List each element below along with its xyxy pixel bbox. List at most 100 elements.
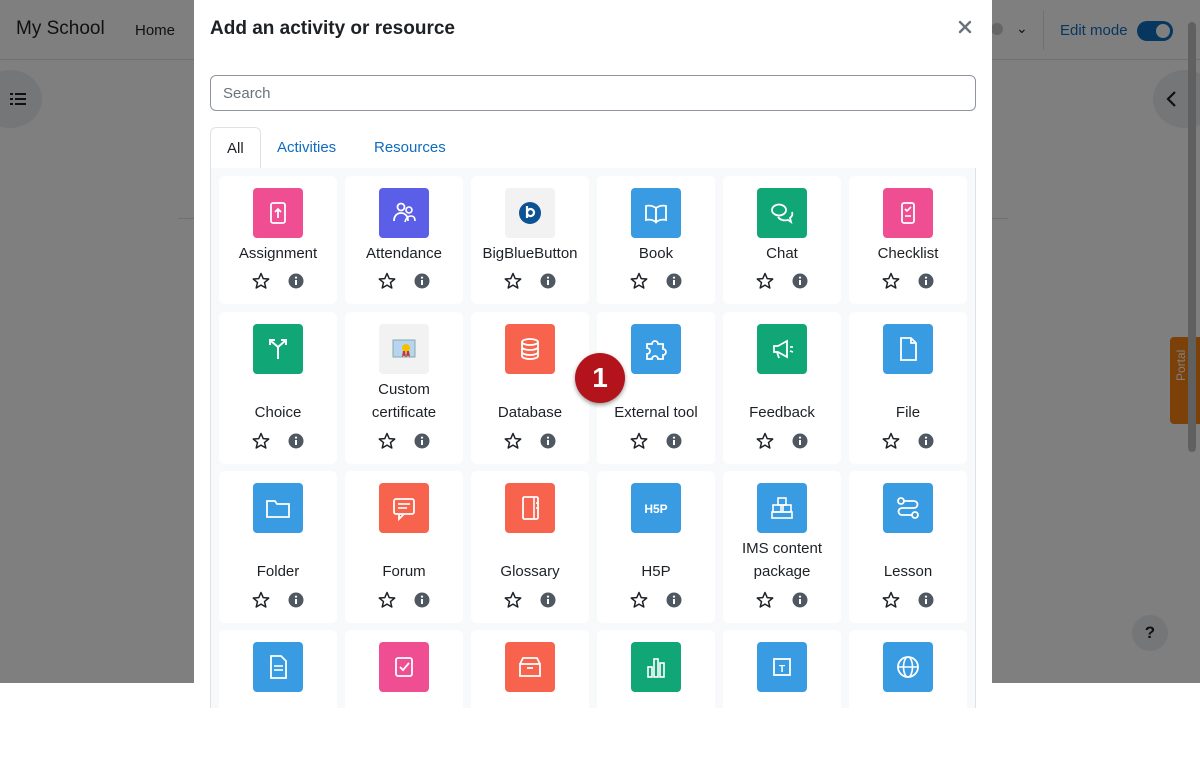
star-icon[interactable]: [504, 591, 522, 609]
star-icon[interactable]: [504, 272, 522, 290]
search-input[interactable]: [210, 75, 976, 111]
tab-all[interactable]: All: [210, 127, 261, 169]
module-tile-checklist[interactable]: Checklist: [849, 176, 967, 304]
star-icon[interactable]: [504, 432, 522, 450]
quiz-icon: [379, 642, 429, 692]
module-tile-chat[interactable]: Chat: [723, 176, 841, 304]
star-icon[interactable]: [882, 272, 900, 290]
module-tile-file[interactable]: File: [849, 312, 967, 464]
info-icon[interactable]: [918, 592, 934, 608]
megaphone-icon: [757, 324, 807, 374]
module-tile-attendance[interactable]: Attendance: [345, 176, 463, 304]
module-tile-bigbluebutton[interactable]: BigBlueButton: [471, 176, 589, 304]
module-tile-item-21[interactable]: [471, 630, 589, 782]
chooser-tabs: All Activities Resources: [210, 127, 976, 169]
info-icon[interactable]: [540, 592, 556, 608]
close-icon[interactable]: [954, 16, 976, 38]
svg-text:H5P: H5P: [644, 502, 667, 516]
star-icon[interactable]: [630, 272, 648, 290]
module-tile-assignment[interactable]: Assignment: [219, 176, 337, 304]
ims-package-icon: [757, 483, 807, 533]
info-icon[interactable]: [792, 433, 808, 449]
star-icon[interactable]: [252, 591, 270, 609]
certificate-icon: [379, 324, 429, 374]
bigbluebutton-icon: [505, 188, 555, 238]
module-tile-forum[interactable]: Forum: [345, 471, 463, 623]
module-tile-item-20[interactable]: [345, 630, 463, 782]
star-icon[interactable]: [252, 272, 270, 290]
assignment-icon: [253, 188, 303, 238]
info-icon[interactable]: [288, 273, 304, 289]
module-label: Database: [497, 404, 563, 421]
star-icon[interactable]: [378, 272, 396, 290]
book-icon: [631, 188, 681, 238]
info-icon[interactable]: [918, 273, 934, 289]
module-label: Book: [638, 245, 674, 262]
module-label: Feedback: [749, 404, 815, 421]
bar-chart-icon: [631, 642, 681, 692]
module-tile-lesson[interactable]: Lesson: [849, 471, 967, 623]
tab-activities[interactable]: Activities: [261, 127, 352, 168]
module-label: Attendance: [366, 245, 442, 262]
module-tile-item-19[interactable]: [219, 630, 337, 782]
puzzle-icon: [631, 324, 681, 374]
h5p-icon: H5P: [631, 483, 681, 533]
info-icon[interactable]: [792, 273, 808, 289]
checklist-icon: [883, 188, 933, 238]
module-grid: Assignment Attendance BigBlueButton Book Cha…: [210, 168, 976, 782]
info-icon[interactable]: [414, 433, 430, 449]
globe-icon: [883, 642, 933, 692]
star-icon[interactable]: [630, 432, 648, 450]
module-tile-choice[interactable]: Choice: [219, 312, 337, 464]
file-icon: [883, 324, 933, 374]
info-icon[interactable]: [540, 273, 556, 289]
module-tile-custom-certificate[interactable]: Custom certificate: [345, 312, 463, 464]
star-icon[interactable]: [756, 591, 774, 609]
module-tile-h5p[interactable]: H5P H5P: [597, 471, 715, 623]
star-icon[interactable]: [378, 591, 396, 609]
star-icon[interactable]: [630, 591, 648, 609]
module-label: H5P: [641, 563, 671, 580]
module-tile-item-24[interactable]: [849, 630, 967, 782]
info-icon[interactable]: [792, 592, 808, 608]
module-tile-glossary[interactable]: Glossary: [471, 471, 589, 623]
star-icon[interactable]: [882, 432, 900, 450]
module-tile-book[interactable]: Book: [597, 176, 715, 304]
glossary-icon: [505, 483, 555, 533]
module-label: Glossary: [500, 563, 560, 580]
info-icon[interactable]: [918, 433, 934, 449]
box-icon: [505, 642, 555, 692]
info-icon[interactable]: [666, 273, 682, 289]
database-icon: [505, 324, 555, 374]
module-label: External tool: [614, 404, 698, 421]
star-icon[interactable]: [756, 432, 774, 450]
info-icon[interactable]: [666, 592, 682, 608]
info-icon[interactable]: [288, 433, 304, 449]
page-icon: [253, 642, 303, 692]
info-icon[interactable]: [414, 273, 430, 289]
info-icon[interactable]: [540, 433, 556, 449]
module-tile-feedback[interactable]: Feedback: [723, 312, 841, 464]
module-tile-item-23[interactable]: T: [723, 630, 841, 782]
module-label: File: [895, 404, 921, 421]
module-label: Forum: [382, 563, 426, 580]
star-icon[interactable]: [378, 432, 396, 450]
module-tile-ims-content-package[interactable]: IMS content package: [723, 471, 841, 623]
star-icon[interactable]: [252, 432, 270, 450]
module-label: Folder: [256, 563, 300, 580]
module-tile-folder[interactable]: Folder: [219, 471, 337, 623]
text-area-icon: T: [757, 642, 807, 692]
info-icon[interactable]: [288, 592, 304, 608]
chat-icon: [757, 188, 807, 238]
star-icon[interactable]: [882, 591, 900, 609]
module-tile-item-22[interactable]: [597, 630, 715, 782]
info-icon[interactable]: [666, 433, 682, 449]
module-tile-database[interactable]: Database: [471, 312, 589, 464]
module-label: IMS content package: [741, 540, 823, 580]
modal-title: Add an activity or resource: [210, 18, 455, 39]
star-icon[interactable]: [756, 272, 774, 290]
info-icon[interactable]: [414, 592, 430, 608]
tab-resources[interactable]: Resources: [358, 127, 462, 168]
module-label: Lesson: [883, 563, 933, 580]
forum-icon: [379, 483, 429, 533]
